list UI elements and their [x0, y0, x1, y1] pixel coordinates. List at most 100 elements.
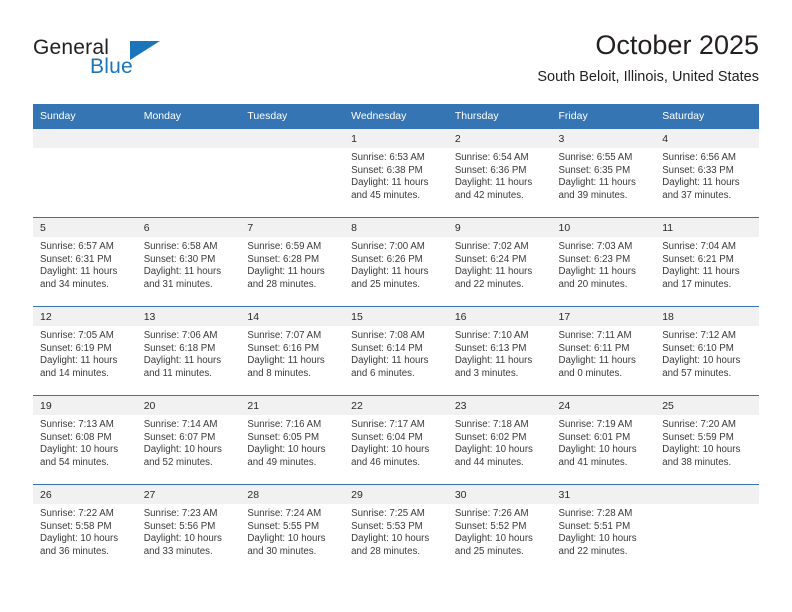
calendar-day-cell[interactable]: 6 Sunrise: 6:58 AM Sunset: 6:30 PM Daylight…	[136, 217, 241, 307]
daylight-duration: Daylight: 10 hours and 38 minutes.	[662, 444, 741, 468]
sunset-time: Sunset: 6:26 PM	[351, 253, 423, 265]
calendar-day-cell[interactable]: 28 Sunrise: 7:24 AM Sunset: 5:55 PM Dayligh…	[240, 484, 345, 573]
calendar-day-cell[interactable]: 21 Sunrise: 7:16 AM Sunset: 6:05 PM Dayligh…	[240, 395, 345, 485]
daylight-duration: Daylight: 11 hours and 45 minutes.	[351, 177, 429, 201]
calendar-day-cell[interactable]: 30 Sunrise: 7:26 AM Sunset: 5:52 PM Dayligh…	[447, 484, 552, 573]
daylight-duration: Daylight: 10 hours and 49 minutes.	[247, 444, 326, 468]
day-cell-inner: 28 Sunrise: 7:24 AM Sunset: 5:55 PM Dayligh…	[240, 485, 345, 573]
day-cell-inner: 17 Sunrise: 7:11 AM Sunset: 6:11 PM Dayligh…	[551, 307, 656, 395]
calendar-day-cell[interactable]: 8 Sunrise: 7:00 AM Sunset: 6:26 PM Daylight…	[344, 217, 448, 307]
calendar-day-cell[interactable]: 22 Sunrise: 7:17 AM Sunset: 6:04 PM Dayligh…	[344, 395, 448, 485]
page-header: General Blue October 2025 South Beloit, …	[33, 28, 759, 94]
calendar-day-cell[interactable]: 25 Sunrise: 7:20 AM Sunset: 5:59 PM Dayligh…	[655, 395, 759, 485]
day-cell-inner: 24 Sunrise: 7:19 AM Sunset: 6:01 PM Dayligh…	[551, 396, 656, 484]
sunrise-time: Sunrise: 7:20 AM	[662, 419, 736, 430]
day-number: 6	[136, 218, 241, 237]
sunrise-time: Sunrise: 7:14 AM	[143, 419, 218, 430]
sunrise-time: Sunrise: 7:22 AM	[40, 508, 114, 519]
calendar-day-cell[interactable]: 11 Sunrise: 7:04 AM Sunset: 6:21 PM Dayligh…	[655, 217, 759, 307]
daylight-duration: Daylight: 10 hours and 44 minutes.	[454, 444, 533, 468]
sunset-time: Sunset: 5:59 PM	[662, 431, 734, 443]
sunset-time: Sunset: 6:01 PM	[558, 431, 631, 443]
sunset-time: Sunset: 6:23 PM	[558, 253, 631, 265]
daylight-duration: Daylight: 11 hours and 28 minutes.	[247, 266, 325, 290]
calendar-day-cell[interactable]: 3 Sunrise: 6:55 AM Sunset: 6:35 PM Daylight…	[551, 128, 656, 218]
day-details: Sunrise: 7:28 AM Sunset: 5:51 PM Daylight:…	[552, 504, 656, 558]
day-cell-inner: 12 Sunrise: 7:05 AM Sunset: 6:19 PM Dayligh…	[33, 307, 137, 395]
day-number: 1	[344, 129, 448, 148]
day-number: 28	[240, 485, 345, 504]
day-cell-inner: 26 Sunrise: 7:22 AM Sunset: 5:58 PM Dayligh…	[33, 485, 137, 573]
day-cell-inner: 15 Sunrise: 7:08 AM Sunset: 6:14 PM Dayligh…	[344, 307, 448, 395]
sunset-time: Sunset: 6:21 PM	[662, 253, 734, 265]
sunrise-time: Sunrise: 7:11 AM	[558, 330, 632, 341]
sunset-time: Sunset: 6:02 PM	[454, 431, 527, 443]
sunset-time: Sunset: 5:58 PM	[40, 520, 112, 532]
calendar-day-cell[interactable]: 12 Sunrise: 7:05 AM Sunset: 6:19 PM Dayligh…	[33, 306, 137, 396]
sunrise-time: Sunrise: 6:53 AM	[351, 152, 425, 163]
calendar-day-cell[interactable]: 9 Sunrise: 7:02 AM Sunset: 6:24 PM Daylight…	[447, 217, 552, 307]
day-cell-inner: 29 Sunrise: 7:25 AM Sunset: 5:53 PM Dayligh…	[344, 485, 448, 573]
day-cell-inner: 1 Sunrise: 6:53 AM Sunset: 6:38 PM Daylight…	[344, 129, 448, 217]
calendar-day-cell[interactable]: 27 Sunrise: 7:23 AM Sunset: 5:56 PM Dayligh…	[136, 484, 241, 573]
sunrise-time: Sunrise: 6:59 AM	[247, 241, 322, 252]
sunrise-time: Sunrise: 7:26 AM	[454, 508, 529, 519]
calendar-week-row: 5 Sunrise: 6:57 AM Sunset: 6:31 PM Daylight…	[33, 217, 759, 307]
sunrise-time: Sunrise: 7:25 AM	[351, 508, 425, 519]
sunrise-time: Sunrise: 6:58 AM	[143, 241, 218, 252]
day-number: 11	[655, 218, 759, 237]
calendar-week-row: 19 Sunrise: 7:13 AM Sunset: 6:08 PM Dayligh…	[33, 395, 759, 485]
day-details: Sunrise: 7:16 AM Sunset: 6:05 PM Daylight:…	[240, 415, 344, 469]
day-number: 13	[136, 307, 241, 326]
calendar-day-cell[interactable]: 20 Sunrise: 7:14 AM Sunset: 6:07 PM Dayligh…	[136, 395, 241, 485]
sunset-time: Sunset: 5:51 PM	[558, 520, 631, 532]
sunset-time: Sunset: 6:35 PM	[558, 164, 631, 176]
calendar-day-cell[interactable]: 7 Sunrise: 6:59 AM Sunset: 6:28 PM Daylight…	[240, 217, 345, 307]
calendar-day-cell[interactable]: 15 Sunrise: 7:08 AM Sunset: 6:14 PM Dayligh…	[344, 306, 448, 396]
sunset-time: Sunset: 6:08 PM	[40, 431, 112, 443]
calendar-day-cell[interactable]: 23 Sunrise: 7:18 AM Sunset: 6:02 PM Dayligh…	[447, 395, 552, 485]
sunrise-time: Sunrise: 7:08 AM	[351, 330, 425, 341]
calendar-day-cell[interactable]: 4 Sunrise: 6:56 AM Sunset: 6:33 PM Daylight…	[655, 128, 759, 218]
day-details: Sunrise: 7:20 AM Sunset: 5:59 PM Daylight:…	[655, 415, 759, 469]
calendar-day-cell[interactable]: 31 Sunrise: 7:28 AM Sunset: 5:51 PM Dayligh…	[551, 484, 656, 573]
sunset-time: Sunset: 6:38 PM	[351, 164, 423, 176]
calendar-day-cell[interactable]: 19 Sunrise: 7:13 AM Sunset: 6:08 PM Dayligh…	[33, 395, 137, 485]
sunrise-time: Sunrise: 6:54 AM	[454, 152, 529, 163]
day-cell-inner: 7 Sunrise: 6:59 AM Sunset: 6:28 PM Daylight…	[240, 218, 345, 306]
calendar-day-cell[interactable]: 26 Sunrise: 7:22 AM Sunset: 5:58 PM Dayligh…	[33, 484, 137, 573]
calendar-day-cell[interactable]: 29 Sunrise: 7:25 AM Sunset: 5:53 PM Dayligh…	[344, 484, 448, 573]
triangle-icon	[130, 41, 160, 60]
daylight-duration: Daylight: 11 hours and 39 minutes.	[558, 177, 636, 201]
calendar-day-cell[interactable]: 2 Sunrise: 6:54 AM Sunset: 6:36 PM Daylight…	[447, 128, 552, 218]
day-number: 25	[655, 396, 759, 415]
day-details: Sunrise: 7:25 AM Sunset: 5:53 PM Daylight:…	[344, 504, 448, 558]
day-number: 19	[33, 396, 137, 415]
calendar-day-cell[interactable]: 16 Sunrise: 7:10 AM Sunset: 6:13 PM Dayligh…	[447, 306, 552, 396]
calendar-day-cell[interactable]: 24 Sunrise: 7:19 AM Sunset: 6:01 PM Dayligh…	[551, 395, 656, 485]
day-details: Sunrise: 7:11 AM Sunset: 6:11 PM Daylight:…	[552, 326, 656, 380]
daylight-duration: Daylight: 11 hours and 3 minutes.	[454, 355, 533, 379]
sunset-time: Sunset: 6:18 PM	[143, 342, 216, 354]
daylight-duration: Daylight: 11 hours and 42 minutes.	[454, 177, 533, 201]
brand-logo[interactable]: General Blue	[33, 36, 233, 88]
daylight-duration: Daylight: 10 hours and 25 minutes.	[454, 533, 533, 557]
calendar-week-row: 1 Sunrise: 6:53 AM Sunset: 6:38 PM Daylight…	[33, 128, 759, 218]
calendar-day-cell[interactable]: 14 Sunrise: 7:07 AM Sunset: 6:16 PM Dayligh…	[240, 306, 345, 396]
sunrise-time: Sunrise: 7:05 AM	[40, 330, 114, 341]
day-cell-inner: 3 Sunrise: 6:55 AM Sunset: 6:35 PM Daylight…	[551, 129, 656, 217]
calendar-empty-cell	[33, 128, 137, 218]
daylight-duration: Daylight: 11 hours and 8 minutes.	[247, 355, 325, 379]
calendar-day-cell[interactable]: 1 Sunrise: 6:53 AM Sunset: 6:38 PM Daylight…	[344, 128, 448, 218]
day-cell-inner: 9 Sunrise: 7:02 AM Sunset: 6:24 PM Daylight…	[447, 218, 552, 306]
calendar-header-row: Sunday Monday Tuesday Wednesday Thursday Frid…	[33, 104, 759, 129]
day-details: Sunrise: 7:02 AM Sunset: 6:24 PM Daylight:…	[448, 237, 552, 291]
calendar-day-cell[interactable]: 10 Sunrise: 7:03 AM Sunset: 6:23 PM Dayligh…	[551, 217, 656, 307]
calendar-day-cell[interactable]: 17 Sunrise: 7:11 AM Sunset: 6:11 PM Dayligh…	[551, 306, 656, 396]
day-cell-inner: 11 Sunrise: 7:04 AM Sunset: 6:21 PM Dayligh…	[655, 218, 759, 306]
calendar-day-cell[interactable]: 5 Sunrise: 6:57 AM Sunset: 6:31 PM Daylight…	[33, 217, 137, 307]
calendar-day-cell[interactable]: 13 Sunrise: 7:06 AM Sunset: 6:18 PM Dayligh…	[136, 306, 241, 396]
daylight-duration: Daylight: 10 hours and 33 minutes.	[143, 533, 222, 557]
calendar-day-cell[interactable]: 18 Sunrise: 7:12 AM Sunset: 6:10 PM Dayligh…	[655, 306, 759, 396]
day-number: 18	[655, 307, 759, 326]
